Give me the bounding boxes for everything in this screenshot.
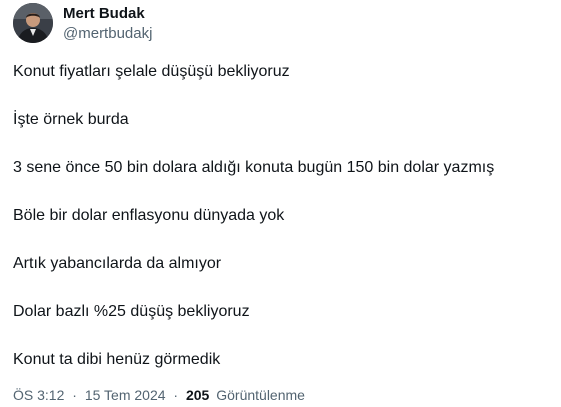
tweet-time[interactable]: ÖS 3:12 [13, 387, 64, 403]
tweet-line: Konut fiyatları şelale düşüşü bekliyoruz [13, 63, 290, 80]
author-handle[interactable]: @mertbudakj [63, 25, 152, 43]
avatar[interactable] [13, 3, 53, 43]
tweet-line: Böle bir dolar enflasyonu dünyada yok [13, 207, 285, 224]
views-label: Görüntülenme [216, 387, 305, 403]
tweet-line: Dolar bazlı %25 düşüş bekliyoruz [13, 303, 250, 320]
author-block: Mert Budak @mertbudakj [63, 5, 152, 43]
author-display-name[interactable]: Mert Budak [63, 5, 152, 23]
avatar-image [13, 3, 53, 43]
tweet-meta: ÖS 3:12 · 15 Tem 2024 · 205 Görüntülenme [13, 386, 305, 404]
tweet-text: Konut fiyatları şelale düşüşü bekliyoruz… [13, 60, 553, 372]
meta-separator: · [72, 387, 77, 403]
tweet-line: Konut ta dibi henüz görmedik [13, 351, 221, 368]
tweet-line: İşte örnek burda [13, 111, 129, 128]
meta-separator: · [173, 387, 179, 403]
tweet-card: Mert Budak @mertbudakj Konut fiyatları ş… [0, 0, 561, 407]
tweet-line: 3 sene önce 50 bin dolara aldığı konuta … [13, 159, 495, 176]
tweet-date[interactable]: 15 Tem 2024 [85, 387, 166, 403]
views-count: 205 [185, 387, 210, 403]
tweet-line: Artık yabancılarda da almıyor [13, 255, 222, 272]
